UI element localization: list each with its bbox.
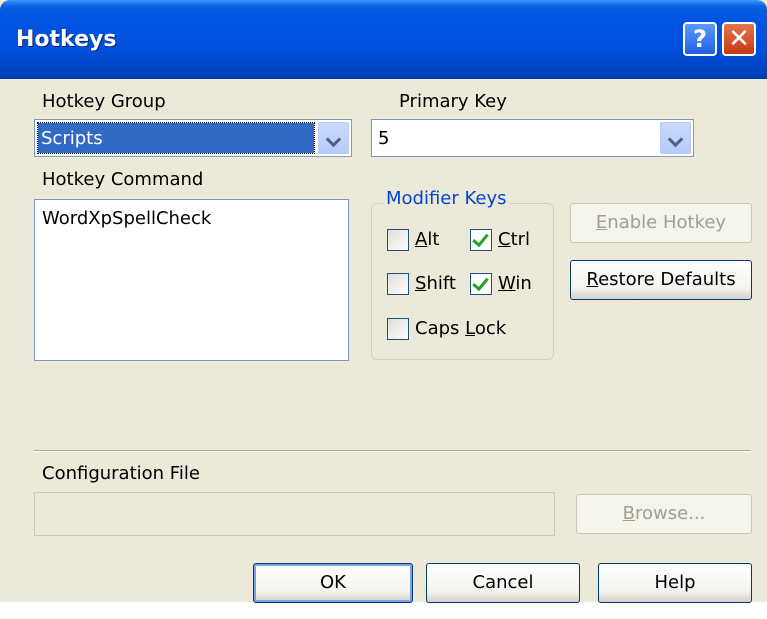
shift-checkbox-box[interactable] — [387, 273, 409, 295]
chevron-down-icon[interactable] — [660, 122, 691, 154]
cancel-button[interactable]: Cancel — [426, 563, 580, 603]
hotkeys-dialog: Hotkeys ? ✕ Hotkey Group Scripts Primary… — [0, 0, 767, 603]
hotkey-command-list[interactable]: WordXpSpellCheck — [34, 199, 349, 361]
ctrl-label: Ctrl — [498, 229, 531, 250]
primary-key-value: 5 — [378, 128, 390, 149]
browse-button[interactable]: Browse... — [576, 494, 752, 534]
configuration-file-field — [34, 492, 555, 536]
alt-label: Alt — [415, 229, 440, 250]
primary-key-label: Primary Key — [399, 91, 507, 112]
hotkey-command-label: Hotkey Command — [42, 169, 204, 190]
help-icon[interactable]: ? — [683, 22, 717, 56]
caps-lock-checkbox[interactable]: Caps Lock — [387, 318, 517, 342]
checkmark-icon[interactable] — [470, 229, 492, 251]
caps-lock-label: Caps Lock — [415, 318, 507, 339]
help-button[interactable]: Help — [598, 563, 752, 603]
hotkey-group-select[interactable]: Scripts — [34, 119, 352, 157]
chevron-down-icon[interactable] — [318, 122, 349, 154]
alt-checkbox-box[interactable] — [387, 229, 409, 251]
win-label: Win — [498, 273, 532, 294]
hotkey-group-label: Hotkey Group — [42, 91, 166, 112]
checkmark-icon[interactable] — [470, 273, 492, 295]
shift-checkbox[interactable]: Shift — [387, 273, 465, 297]
hotkey-group-selected: Scripts — [37, 122, 315, 154]
ok-button[interactable]: OK — [253, 563, 413, 603]
close-icon[interactable]: ✕ — [722, 22, 756, 56]
shift-label: Shift — [415, 273, 456, 294]
caps-lock-checkbox-box[interactable] — [387, 318, 409, 340]
divider — [34, 450, 751, 452]
hotkey-group-value: Scripts — [41, 128, 103, 149]
enable-hotkey-button[interactable]: Enable Hotkey — [570, 203, 752, 243]
alt-checkbox[interactable]: Alt — [387, 229, 447, 253]
primary-key-select[interactable]: 5 — [371, 119, 694, 157]
window-title: Hotkeys — [16, 27, 117, 52]
restore-defaults-button[interactable]: Restore Defaults — [570, 260, 752, 300]
title-bar[interactable]: Hotkeys ? ✕ — [0, 0, 767, 79]
modifier-keys-title: Modifier Keys — [383, 188, 510, 209]
win-checkbox[interactable]: Win — [470, 273, 540, 297]
list-item[interactable]: WordXpSpellCheck — [42, 208, 211, 229]
configuration-file-label: Configuration File — [42, 463, 200, 484]
ctrl-checkbox[interactable]: Ctrl — [470, 229, 540, 253]
